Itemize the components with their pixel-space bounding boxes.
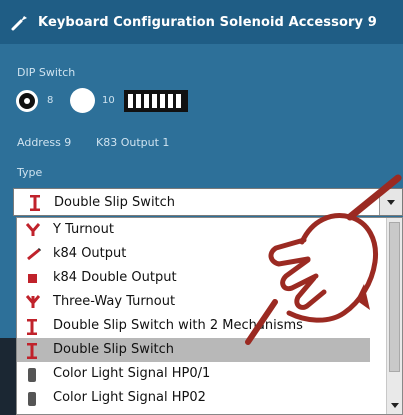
dip-radio-10[interactable] <box>70 88 95 113</box>
dropdown-item-label: Color Light Signal HP0/1 <box>53 366 211 381</box>
k84-output-icon <box>27 247 42 261</box>
address-text: Address 9 <box>17 136 72 149</box>
dropdown-item-label: k84 Double Output <box>53 270 177 285</box>
type-dropdown-list: Y Turnout k84 Output k84 Double Output T… <box>16 217 403 415</box>
dip-radio-8-label: 8 <box>47 95 54 106</box>
signal-icon <box>28 392 36 406</box>
double-slip-switch-icon <box>27 343 37 359</box>
dip-switch-label: DIP Switch <box>17 66 76 79</box>
k84-double-output-icon <box>28 274 37 283</box>
three-way-turnout-icon <box>26 295 40 308</box>
dropdown-item-label: Double Slip Switch with 2 Mechanisms <box>53 318 303 333</box>
y-turnout-icon <box>26 223 40 236</box>
type-label: Type <box>17 166 43 179</box>
signal-icon <box>28 368 36 382</box>
dip-radio-10-label: 10 <box>102 95 115 106</box>
dropdown-item-label: Three-Way Turnout <box>53 294 176 309</box>
double-slip-switch-icon <box>27 319 37 335</box>
type-combobox[interactable]: Double Slip Switch <box>13 188 403 216</box>
type-selected-value: Double Slip Switch <box>54 195 176 210</box>
dropdown-item-label: Y Turnout <box>53 222 114 237</box>
double-slip-switch-icon <box>30 195 40 211</box>
dropdown-item-label: Double Slip Switch <box>53 342 175 357</box>
wrench-icon <box>11 16 27 31</box>
dropdown-item-double-slip-switch-2-mechanisms[interactable]: Double Slip Switch with 2 Mechanisms <box>17 314 370 338</box>
dropdown-item-k84-output[interactable]: k84 Output <box>17 242 370 266</box>
scroll-down-arrow-icon[interactable] <box>387 398 402 414</box>
dip-switch-icon <box>124 90 188 112</box>
dropdown-item-label: Color Light Signal HP02 <box>53 390 206 405</box>
dropdown-item-three-way-turnout[interactable]: Three-Way Turnout <box>17 290 370 314</box>
window-edge <box>0 338 16 415</box>
dropdown-item-color-light-signal-hp02[interactable]: Color Light Signal HP02 <box>17 386 370 410</box>
dropdown-item-k84-double-output[interactable]: k84 Double Output <box>17 266 370 290</box>
dropdown-item-label: k84 Output <box>53 246 127 261</box>
window-title: Keyboard Configuration Solenoid Accessor… <box>38 14 377 30</box>
scrollbar-thumb[interactable] <box>389 222 400 372</box>
dropdown-item-y-turnout[interactable]: Y Turnout <box>17 218 370 242</box>
dropdown-item-color-light-signal-hp01[interactable]: Color Light Signal HP0/1 <box>17 362 370 386</box>
title-bar: Keyboard Configuration Solenoid Accessor… <box>0 0 403 44</box>
k83-output-text: K83 Output 1 <box>96 136 170 149</box>
dropdown-item-double-slip-switch[interactable]: Double Slip Switch <box>17 338 370 362</box>
chevron-down-icon[interactable] <box>379 189 402 215</box>
dip-radio-8[interactable] <box>16 90 38 112</box>
dropdown-scrollbar[interactable] <box>386 218 402 414</box>
